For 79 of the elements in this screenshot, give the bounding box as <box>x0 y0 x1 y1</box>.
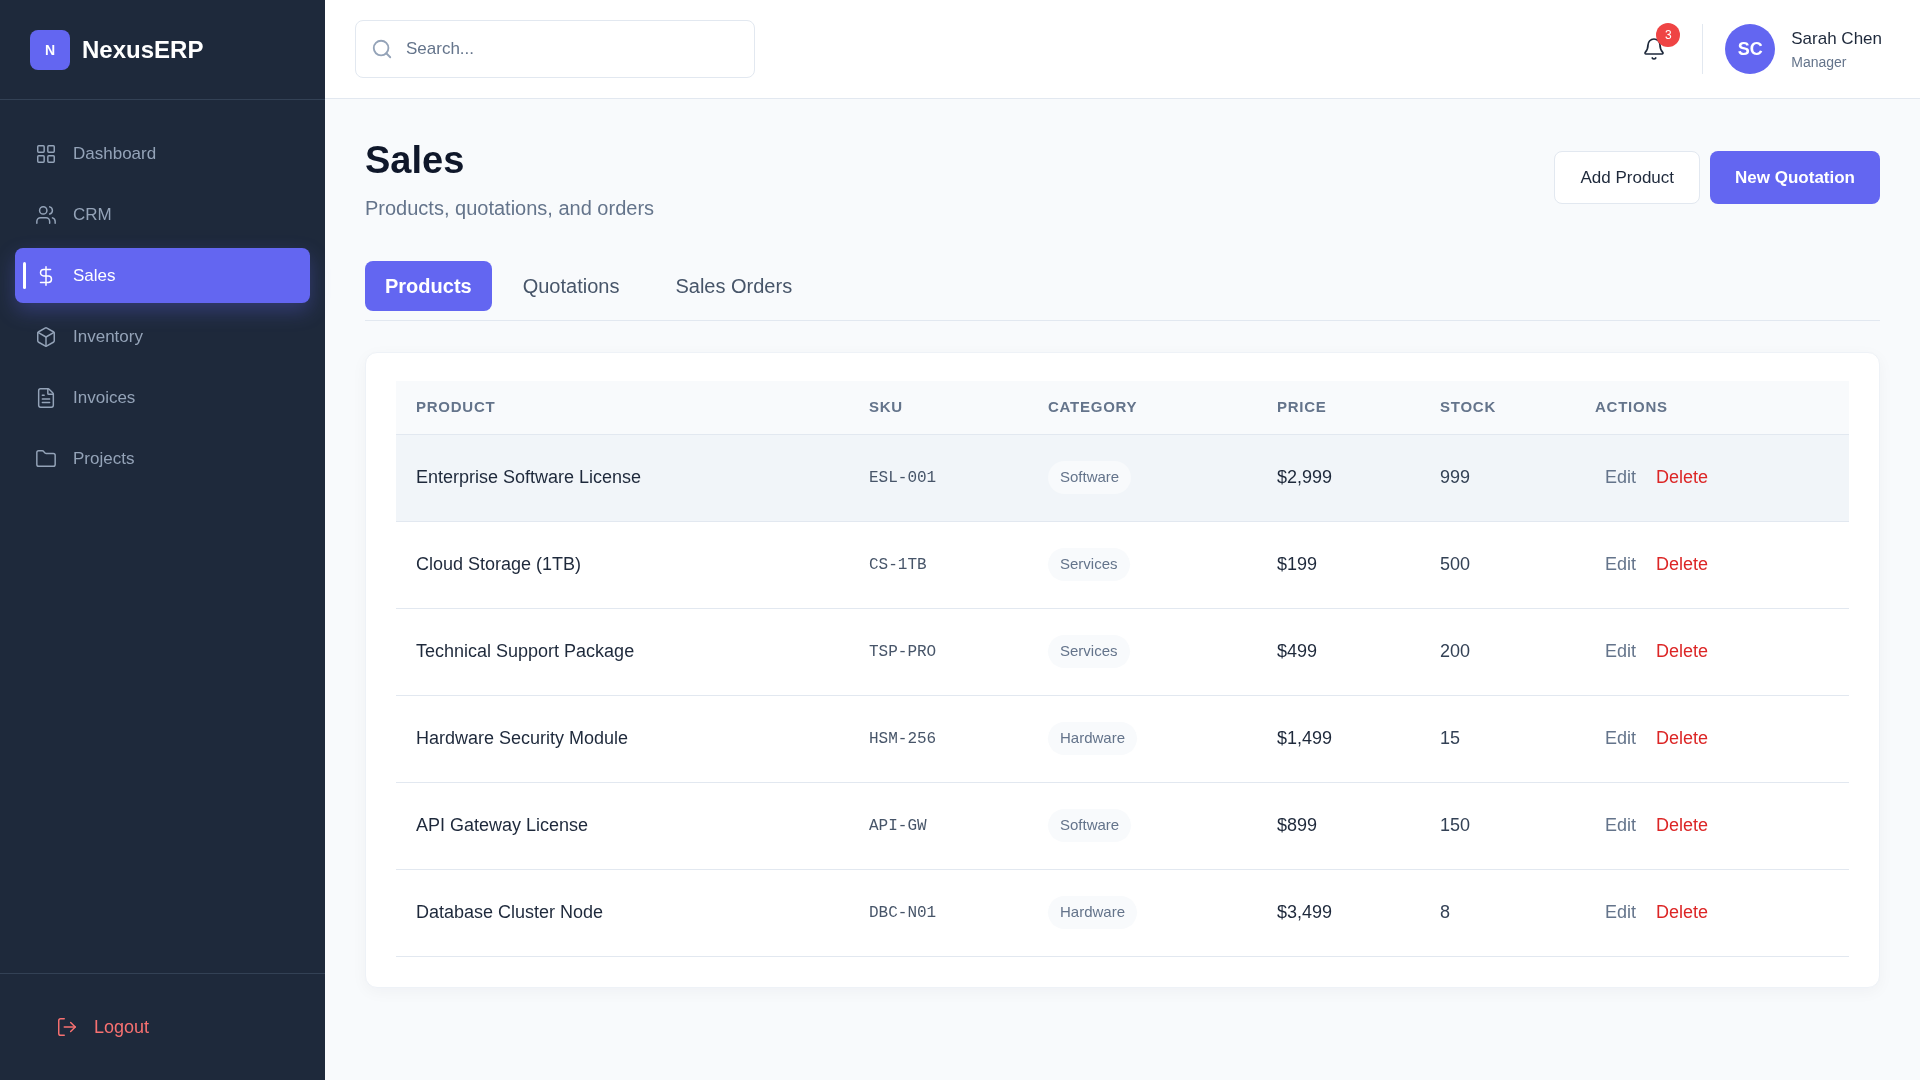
users-icon <box>35 203 57 226</box>
product-name: Technical Support Package <box>416 641 635 661</box>
tab[interactable]: Quotations <box>497 260 645 311</box>
user-avatar[interactable]: SC <box>1725 24 1776 74</box>
price: $1,499 <box>1277 728 1333 748</box>
stock-count: 15 <box>1440 728 1461 748</box>
category-tag: Software <box>1048 809 1132 842</box>
category-tag: Software <box>1048 461 1132 494</box>
logout-icon <box>56 1016 78 1038</box>
edit-link[interactable]: Edit <box>1605 464 1637 491</box>
table-row[interactable]: Enterprise Software License ESL-001 Software $2,999 999 Edit Delete <box>396 434 1849 522</box>
logout-link[interactable]: Logout <box>56 1013 150 1041</box>
category-tag: Services <box>1048 548 1130 581</box>
sku-code: ESL-001 <box>869 469 937 487</box>
product-name: Hardware Security Module <box>416 728 629 748</box>
logo-icon: N <box>30 29 70 70</box>
price: $899 <box>1277 815 1318 835</box>
notification-badge: 3 <box>1656 23 1681 47</box>
edit-link[interactable]: Edit <box>1605 725 1637 752</box>
product-name: Cloud Storage (1TB) <box>416 554 582 574</box>
stock-count: 150 <box>1440 815 1471 835</box>
sku-code: CS-1TB <box>869 556 927 574</box>
user-role: Manager <box>1791 52 1848 72</box>
grid-icon <box>35 142 57 165</box>
category-tag: Services <box>1048 635 1130 668</box>
edit-link[interactable]: Edit <box>1605 638 1637 665</box>
nav-item[interactable]: Projects <box>15 431 310 486</box>
delete-link[interactable]: Delete <box>1656 899 1709 926</box>
nav-item[interactable]: CRM <box>15 187 310 242</box>
stock-count: 8 <box>1440 902 1450 922</box>
page-title: Sales <box>365 138 466 183</box>
category-tag: Hardware <box>1048 722 1138 755</box>
document-icon <box>35 386 57 409</box>
tab[interactable]: Products <box>365 260 492 311</box>
price: $199 <box>1277 554 1318 574</box>
stock-count: 999 <box>1440 467 1471 487</box>
delete-link[interactable]: Delete <box>1656 812 1709 839</box>
user-name: Sarah Chen <box>1791 28 1882 51</box>
edit-link[interactable]: Edit <box>1605 899 1637 926</box>
edit-link[interactable]: Edit <box>1605 812 1637 839</box>
stock-count: 200 <box>1440 641 1471 661</box>
product-name: Enterprise Software License <box>416 467 642 487</box>
new-quotation-button[interactable]: New Quotation <box>1710 151 1880 204</box>
column-header: CATEGORY <box>1048 398 1138 415</box>
sku-code: TSP-PRO <box>869 643 937 661</box>
delete-link[interactable]: Delete <box>1656 464 1709 491</box>
tab[interactable]: Sales Orders <box>650 260 818 311</box>
price: $3,499 <box>1277 902 1333 922</box>
column-header: SKU <box>869 398 903 415</box>
brand-name: NexusERP <box>82 34 204 65</box>
search-icon <box>371 38 393 60</box>
stock-count: 500 <box>1440 554 1471 574</box>
category-tag: Hardware <box>1048 896 1138 929</box>
delete-link[interactable]: Delete <box>1656 638 1709 665</box>
nav-item[interactable]: Inventory <box>15 309 310 364</box>
price: $499 <box>1277 641 1318 661</box>
add-product-button[interactable]: Add Product <box>1554 151 1701 204</box>
edit-link[interactable]: Edit <box>1605 551 1637 578</box>
nav-item[interactable]: Dashboard <box>15 126 310 181</box>
sku-code: API-GW <box>869 817 927 835</box>
bell-icon <box>1642 37 1667 61</box>
cube-icon <box>35 325 57 348</box>
delete-link[interactable]: Delete <box>1656 551 1709 578</box>
delete-link[interactable]: Delete <box>1656 725 1709 752</box>
folder-icon <box>35 447 57 470</box>
price: $2,999 <box>1277 467 1333 487</box>
page-subtitle: Products, quotations, and orders <box>365 195 655 221</box>
nav-item[interactable]: Sales <box>15 248 310 303</box>
nav-item[interactable]: Invoices <box>15 370 310 425</box>
column-header: STOCK <box>1440 398 1496 415</box>
product-name: API Gateway License <box>416 815 589 835</box>
product-name: Database Cluster Node <box>416 902 604 922</box>
sku-code: DBC-N01 <box>869 904 937 922</box>
column-header: ACTIONS <box>1595 398 1668 415</box>
notifications-button[interactable]: 3 <box>1628 23 1681 75</box>
column-header: PRODUCT <box>416 398 496 415</box>
sku-code: HSM-256 <box>869 730 937 748</box>
search-field[interactable]: Search... <box>355 20 755 78</box>
column-header: PRICE <box>1277 398 1327 415</box>
